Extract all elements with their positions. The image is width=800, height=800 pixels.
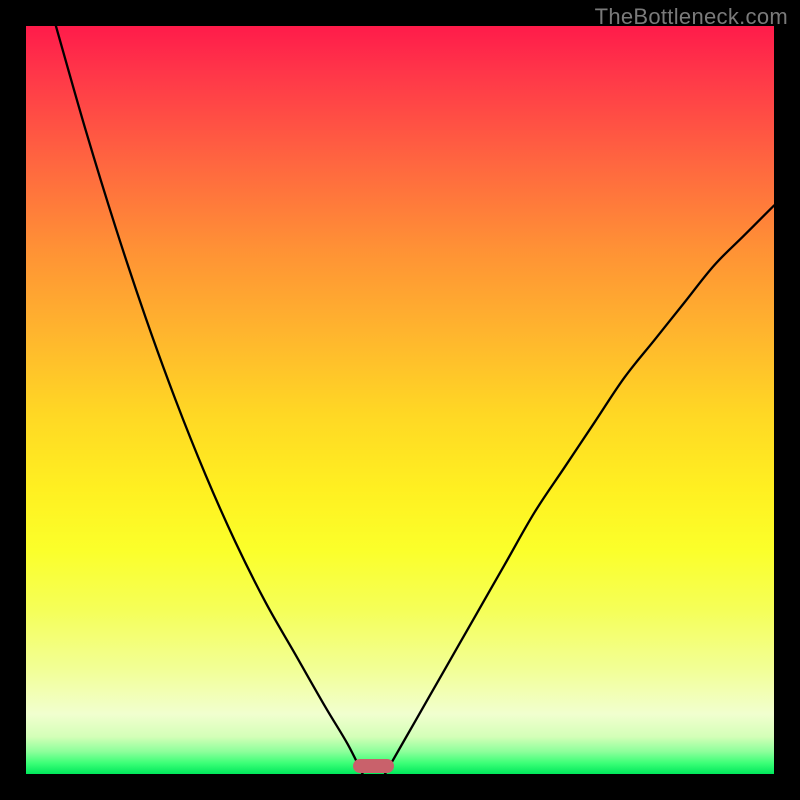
left-branch-curve bbox=[56, 26, 363, 774]
bottleneck-marker bbox=[353, 759, 394, 773]
watermark-text: TheBottleneck.com bbox=[595, 4, 788, 30]
plot-area bbox=[26, 26, 774, 774]
chart-frame: TheBottleneck.com bbox=[0, 0, 800, 800]
right-branch-curve bbox=[385, 206, 774, 774]
curve-layer bbox=[26, 26, 774, 774]
